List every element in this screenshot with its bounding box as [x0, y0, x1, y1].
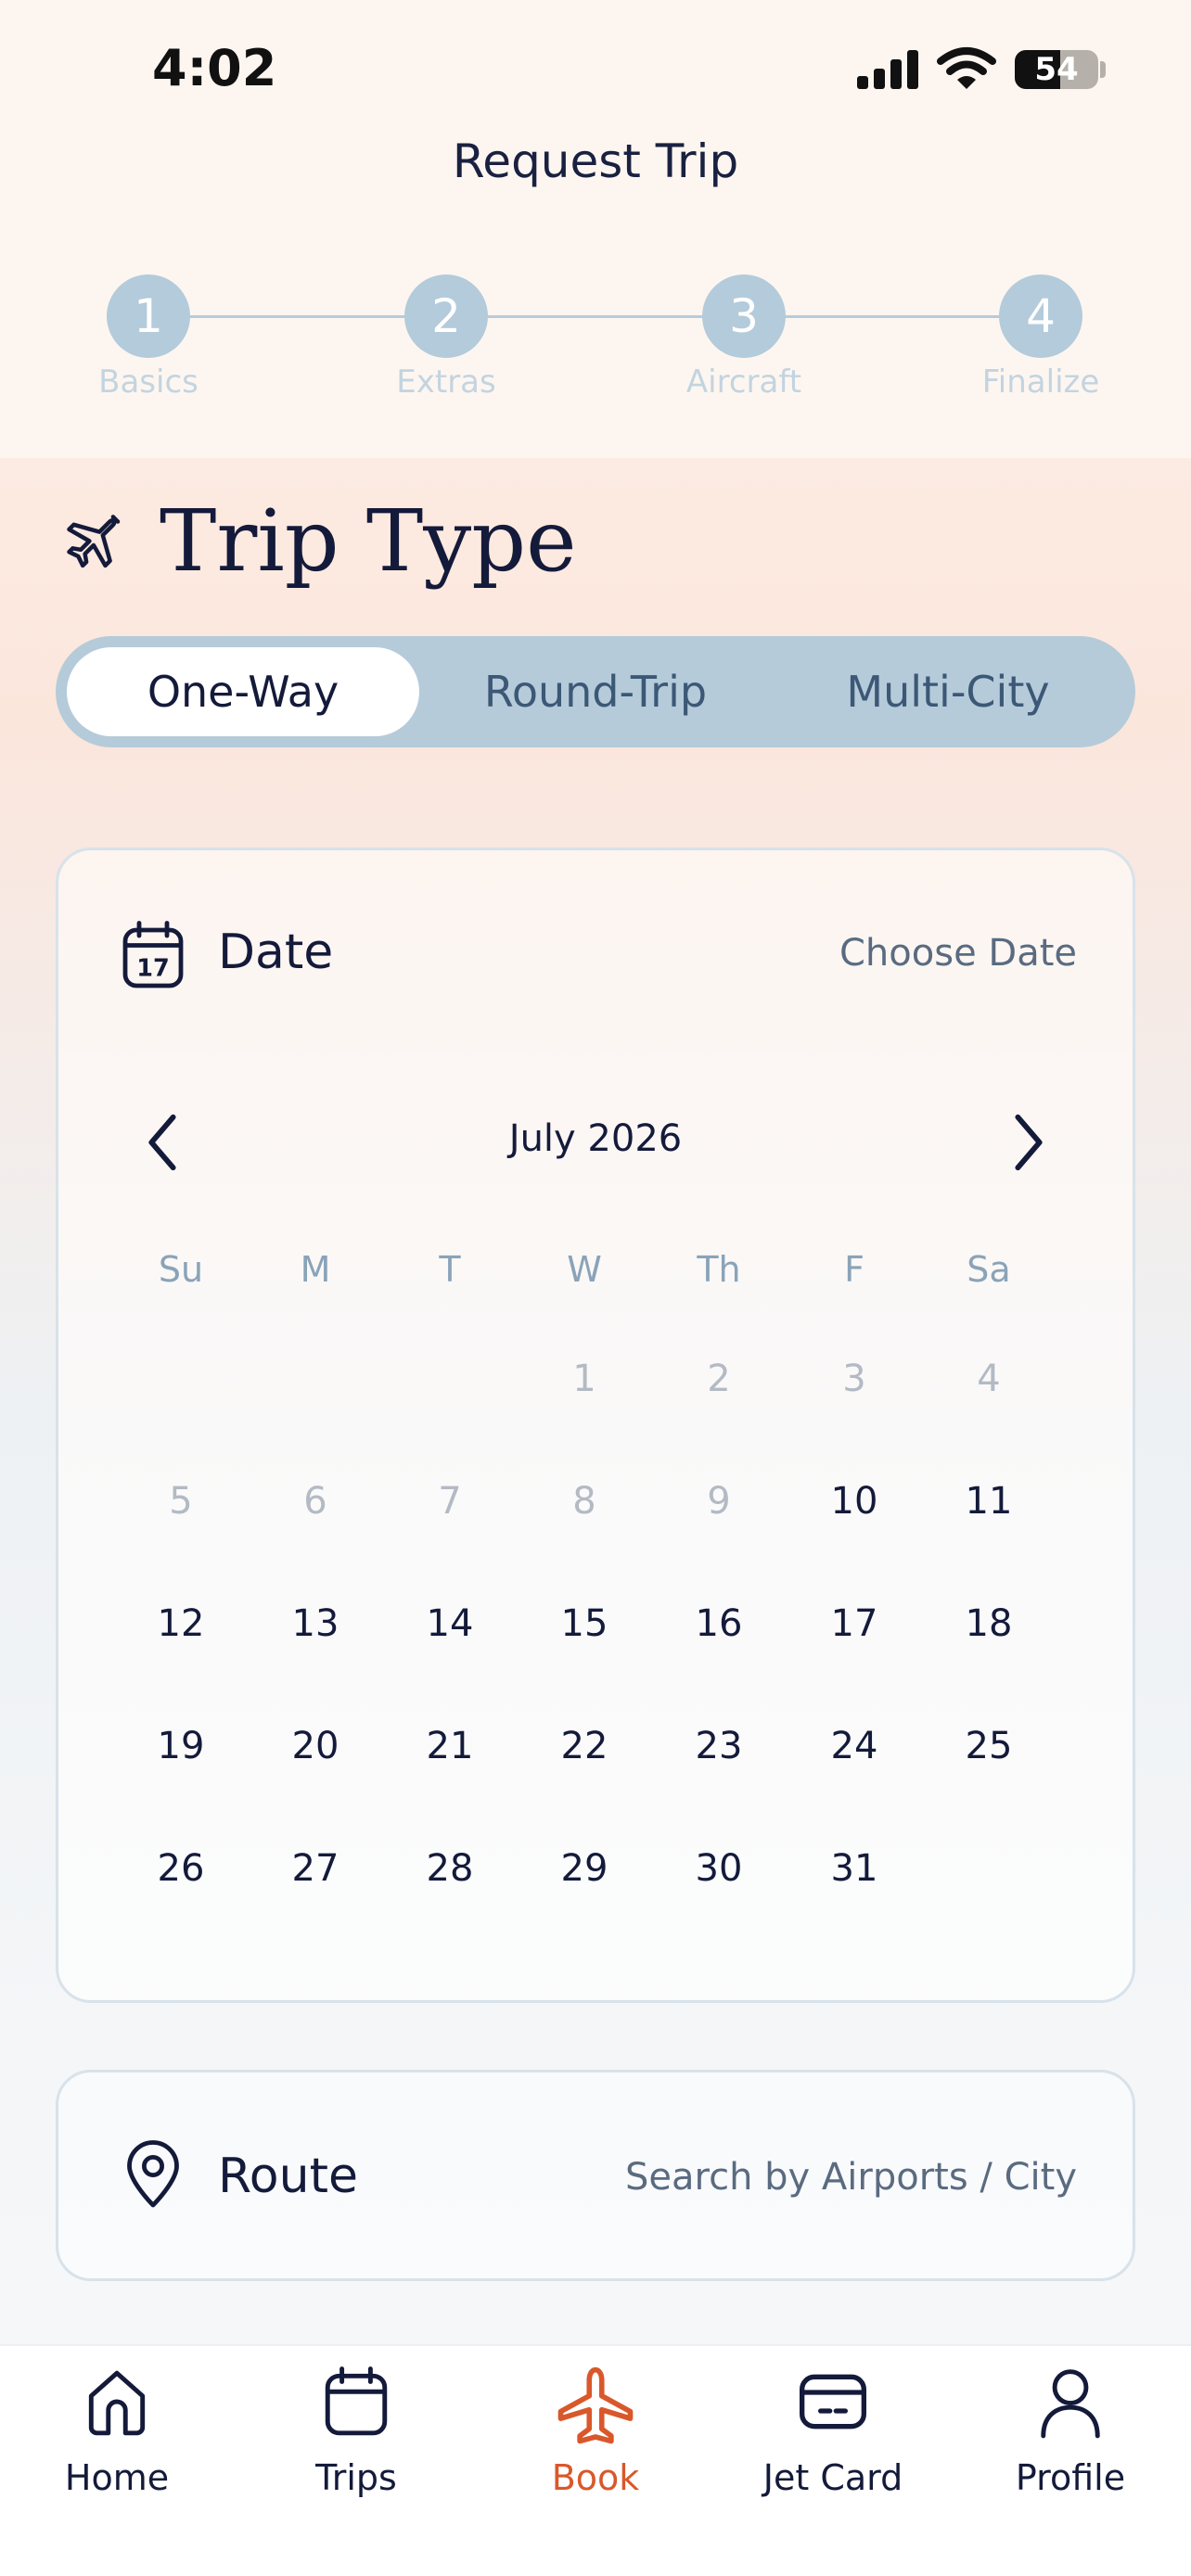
calendar-day[interactable]: 29 — [529, 1831, 640, 1906]
date-card: 17 Date Choose Date July 2026 Su M T W T… — [56, 848, 1135, 2003]
step-label: Aircraft — [685, 363, 802, 401]
month-title: July 2026 — [508, 1117, 683, 1160]
step-basics[interactable]: 1 Basics — [56, 274, 241, 401]
plane-icon — [67, 515, 121, 568]
weekday-label: Sa — [967, 1249, 1011, 1290]
step-finalize[interactable]: 4 Finalize — [948, 274, 1133, 401]
month-navigation: July 2026 — [58, 1101, 1133, 1184]
calendar-day[interactable]: 24 — [799, 1709, 910, 1783]
weekday-label: W — [567, 1249, 602, 1290]
step-number: 2 — [404, 274, 488, 358]
calendar-day[interactable]: 26 — [125, 1831, 237, 1906]
weekday-header: Su M T W Th F Sa — [103, 1249, 1094, 1305]
weekday-label: Su — [158, 1249, 204, 1290]
page-title: Request Trip — [452, 134, 739, 188]
calendar-day[interactable]: 27 — [260, 1831, 371, 1906]
calendar-day: 1 — [572, 1358, 596, 1400]
calendar-day: 5 — [169, 1480, 193, 1523]
calendar-day[interactable]: 16 — [663, 1587, 775, 1661]
segment-one-way[interactable]: One-Way — [67, 647, 419, 736]
calendar-day[interactable]: 28 — [394, 1831, 506, 1906]
tab-label: Jet Card — [762, 2457, 903, 2498]
calendar-day[interactable]: 25 — [933, 1709, 1044, 1783]
choose-date-button[interactable]: Choose Date — [839, 932, 1077, 975]
segment-round-trip[interactable]: Round-Trip — [419, 647, 772, 736]
status-time: 4:02 — [152, 39, 277, 97]
card-icon — [800, 2374, 866, 2429]
home-icon — [88, 2370, 146, 2436]
step-number: 1 — [107, 274, 190, 358]
step-extras[interactable]: 2 Extras — [353, 274, 539, 401]
calendar-day[interactable]: 17 — [799, 1587, 910, 1661]
calendar-day[interactable]: 30 — [663, 1831, 775, 1906]
calendar-day[interactable]: 10 — [799, 1464, 910, 1538]
calendar-day[interactable]: 15 — [529, 1587, 640, 1661]
tab-home[interactable]: Home — [15, 2365, 219, 2498]
stepper-line — [148, 315, 1041, 318]
person-icon — [1041, 2369, 1100, 2439]
route-label: Route — [218, 2149, 358, 2204]
bottom-tab-bar: Home Trips Book Jet Card Profile — [0, 2344, 1191, 2576]
calendar-day: 7 — [438, 1480, 462, 1523]
weekday-label: M — [300, 1249, 331, 1290]
battery-tip — [1100, 61, 1106, 78]
calendar-day[interactable]: 31 — [799, 1831, 910, 1906]
cellular-signal-icon — [857, 50, 918, 89]
tab-book[interactable]: Book — [493, 2365, 698, 2498]
weekday-label: F — [844, 1249, 864, 1290]
step-number: 3 — [702, 274, 786, 358]
plane-icon — [557, 2366, 634, 2444]
calendar-day: 3 — [842, 1358, 866, 1400]
tab-label: Book — [551, 2457, 640, 2498]
calendar-day[interactable]: 21 — [394, 1709, 506, 1783]
route-search-placeholder[interactable]: Search by Airports / City — [625, 2156, 1077, 2199]
wifi-icon — [937, 47, 996, 89]
tab-label: Profile — [1015, 2457, 1126, 2498]
calendar-day: 6 — [303, 1480, 327, 1523]
calendar-day[interactable]: 18 — [933, 1587, 1044, 1661]
calendar-day: 4 — [977, 1358, 1001, 1400]
calendar-day[interactable]: 19 — [125, 1709, 237, 1783]
calendar-day: 2 — [707, 1358, 731, 1400]
calendar-day[interactable]: 22 — [529, 1709, 640, 1783]
progress-stepper: 1 Basics 2 Extras 3 Aircraft 4 Finalize — [0, 274, 1191, 404]
step-aircraft[interactable]: 3 Aircraft — [651, 274, 837, 401]
calendar-day[interactable]: 12 — [125, 1587, 237, 1661]
step-label: Extras — [396, 363, 496, 401]
calendar-day[interactable]: 11 — [933, 1464, 1044, 1538]
weekday-label: Th — [697, 1249, 741, 1290]
calendar-day: 9 — [707, 1480, 731, 1523]
battery-indicator: 54 — [1015, 50, 1098, 89]
tab-trips[interactable]: Trips — [254, 2365, 458, 2498]
calendar-day[interactable]: 13 — [260, 1587, 371, 1661]
calendar-day[interactable]: 23 — [663, 1709, 775, 1783]
section-title: Trip Type — [160, 491, 577, 591]
tab-label: Home — [64, 2457, 170, 2498]
calendar-icon: 17 — [122, 921, 184, 988]
segment-multi-city[interactable]: Multi-City — [772, 647, 1124, 736]
trip-type-selector: One-Way Round-Trip Multi-City — [56, 636, 1135, 747]
step-label: Basics — [98, 363, 198, 401]
step-number: 4 — [999, 274, 1082, 358]
weekday-label: T — [439, 1249, 461, 1290]
header-area: 4:02 54 Request Trip 1 Basics 2 Extras 3… — [0, 0, 1191, 458]
calendar-icon-text: 17 — [136, 955, 170, 983]
calendar-icon — [325, 2366, 388, 2436]
calendar-day: 8 — [572, 1480, 596, 1523]
date-label: Date — [218, 925, 334, 980]
battery-percent: 54 — [1034, 51, 1079, 88]
step-label: Finalize — [981, 363, 1100, 401]
tab-jet-card[interactable]: Jet Card — [731, 2365, 935, 2498]
location-pin-icon — [127, 2140, 179, 2208]
status-bar: 4:02 54 — [0, 0, 1191, 139]
route-card[interactable]: Route Search by Airports / City — [56, 2070, 1135, 2281]
calendar-day[interactable]: 20 — [260, 1709, 371, 1783]
calendar-day[interactable]: 14 — [394, 1587, 506, 1661]
tab-profile[interactable]: Profile — [968, 2365, 1172, 2498]
tab-label: Trips — [315, 2457, 397, 2498]
chevron-right-icon[interactable] — [1006, 1110, 1051, 1175]
